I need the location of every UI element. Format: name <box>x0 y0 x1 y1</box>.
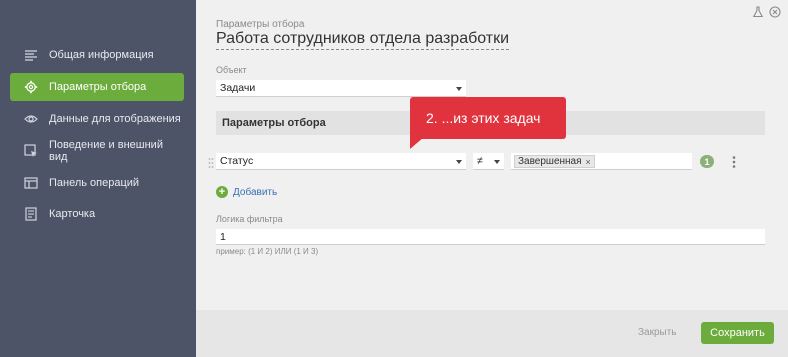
sidebar-item-label: Параметры отбора <box>49 81 147 93</box>
sidebar: Общая информация Параметры отбора Данные… <box>0 0 196 357</box>
guide-tooltip-text: 2. ...из этих задач <box>426 110 541 126</box>
value-chip-label: Завершенная <box>518 156 582 167</box>
sidebar-item-filter-params[interactable]: Параметры отбора <box>10 73 184 101</box>
sidebar-item-label: Поведение и внешний вид <box>49 139 163 163</box>
more-options-icon[interactable] <box>731 155 737 169</box>
main-panel: Параметры отбора Работа сотрудников отде… <box>196 0 788 357</box>
add-condition-link[interactable]: + Добавить <box>216 186 277 198</box>
drag-handle-icon[interactable] <box>208 157 214 169</box>
sidebar-item-operations-panel[interactable]: Панель операций <box>10 169 184 197</box>
filter-logic-hint: пример: (1 И 2) ИЛИ (1 И 3) <box>216 247 319 256</box>
cursor-icon <box>24 144 38 158</box>
close-icon[interactable] <box>769 6 781 18</box>
filter-section-title: Параметры отбора <box>222 117 326 129</box>
condition-number-badge: 1 <box>700 155 714 168</box>
condition-field-select[interactable]: Статус <box>216 153 466 170</box>
condition-operator-value: ≠ <box>477 155 483 167</box>
sidebar-item-label: Данные для отображения <box>49 113 181 125</box>
dialog-footer: Закрыть Сохранить <box>196 310 788 357</box>
panel-icon <box>24 176 38 190</box>
chevron-down-icon <box>456 87 462 91</box>
sidebar-item-label: Панель операций <box>49 177 140 189</box>
flask-icon[interactable] <box>752 6 764 18</box>
eye-icon <box>24 112 38 126</box>
list-icon <box>24 48 38 62</box>
filter-logic-value: 1 <box>220 230 226 243</box>
plus-circle-icon: + <box>216 186 228 198</box>
add-condition-label: Добавить <box>233 186 278 198</box>
sidebar-item-card[interactable]: Карточка <box>10 200 184 228</box>
sidebar-item-label: Карточка <box>49 208 96 220</box>
condition-operator-select[interactable]: ≠ <box>473 153 504 170</box>
guide-tooltip: 2. ...из этих задач <box>410 97 566 149</box>
page-title[interactable]: Работа сотрудников отдела разработки <box>216 30 510 50</box>
condition-field-value: Статус <box>220 155 254 167</box>
object-select[interactable]: Задачи <box>216 80 466 97</box>
object-select-value: Задачи <box>220 82 256 94</box>
gear-icon <box>24 80 38 94</box>
sidebar-item-behavior[interactable]: Поведение и внешний вид <box>10 137 184 165</box>
page-subtitle: Параметры отбора <box>216 19 305 30</box>
sidebar-item-label: Общая информация <box>49 49 154 61</box>
save-button[interactable]: Сохранить <box>701 322 774 344</box>
chevron-down-icon <box>456 160 462 164</box>
chevron-down-icon <box>494 160 500 164</box>
card-icon <box>24 207 38 221</box>
tooltip-pointer <box>410 137 424 149</box>
logic-field-label: Логика фильтра <box>216 214 283 224</box>
filter-logic-input[interactable]: 1 <box>216 229 765 245</box>
sidebar-item-display-data[interactable]: Данные для отображения <box>10 105 184 133</box>
object-field-label: Объект <box>216 65 247 75</box>
remove-chip-icon[interactable]: × <box>586 157 591 167</box>
value-chip: Завершенная × <box>514 155 595 168</box>
sidebar-item-general-info[interactable]: Общая информация <box>10 41 184 69</box>
close-button[interactable]: Закрыть <box>638 327 677 338</box>
settings-content: Параметры отбора Работа сотрудников отде… <box>196 0 788 310</box>
